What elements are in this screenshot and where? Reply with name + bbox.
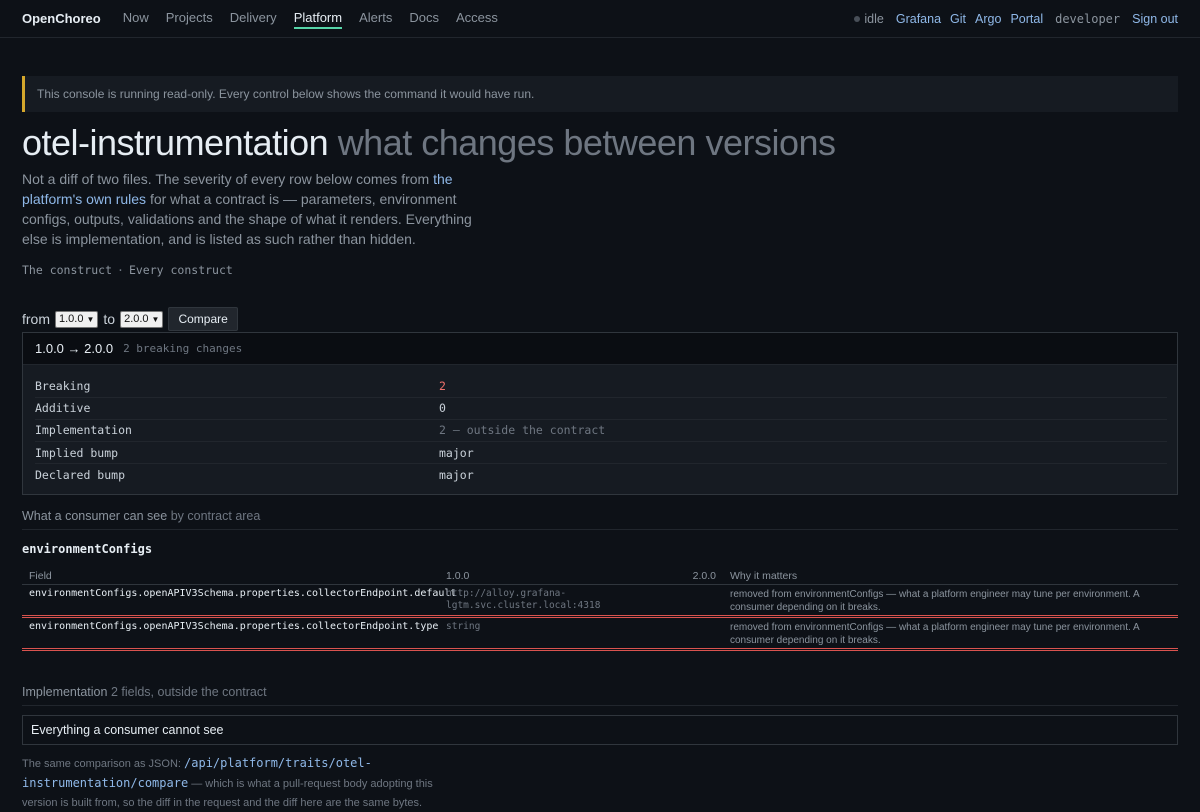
status-indicator: idle [854,11,884,26]
nav-links: Now Projects Delivery Platform Alerts Do… [123,8,498,29]
col-v2: 2.0.0 [692,570,716,583]
user-name: developer [1055,11,1121,26]
footer-before: The same comparison as JSON: [22,758,185,771]
stat-value: major [439,445,474,460]
chevron-down-icon: ▼ [151,314,160,324]
nav-link-access[interactable]: Access [456,8,498,29]
col-why: Why it matters [730,570,798,583]
status-text: idle [864,11,884,26]
new-value [658,621,730,648]
table-row: environmentConfigs.openAPIV3Schema.prope… [22,618,1178,652]
summary-card: 1.0.0 → 2.0.0 2 breaking changes Breakin… [22,332,1178,496]
stat-row-breaking: Breaking 2 [35,375,1167,398]
version-range: 1.0.0 → 2.0.0 [35,341,114,357]
from-label: from [22,311,50,328]
consumer-section-label: What a consumer can see by contract area [22,509,1178,531]
nav-right: idle Grafana Git Argo Portal developer S… [854,12,1178,26]
page-title: otel-instrumentation what changes betwee… [22,122,1178,163]
stat-row-declared-bump: Declared bump major [35,464,1167,486]
stat-key: Breaking [35,378,91,393]
new-value [658,588,730,615]
diff-table: Field 1.0.0 2.0.0 Why it matters environ… [22,570,1178,652]
nav-link-docs[interactable]: Docs [409,8,439,29]
stat-key: Implied bump [35,445,119,460]
implementation-details-toggle[interactable]: Everything a consumer cannot see [22,715,1178,746]
to-version-value: 2.0.0 [124,313,149,326]
crumb-separator: · [117,263,124,278]
compare-button[interactable]: Compare [168,307,238,332]
stat-key: Implementation [35,423,132,438]
from-version-select[interactable]: 1.0.0 ▼ [55,310,99,328]
stat-row-implementation: Implementation 2 — outside the contract [35,420,1167,442]
implementation-label: Implementation [22,685,108,700]
signout-link[interactable]: Sign out [1132,12,1178,26]
from-version-value: 1.0.0 [59,313,84,326]
consumer-label-dim: by contract area [170,509,261,524]
intro-before: Not a diff of two files. The severity of… [22,171,434,188]
summary-stats: Breaking 2 Additive 0 Implementation 2 —… [23,365,1177,495]
breaking-count-note: 2 breaking changes [123,342,243,356]
page-title-main: otel-instrumentation [22,122,329,163]
nav-ext-git[interactable]: Git [950,12,966,26]
stat-key: Declared bump [35,468,126,483]
nav-link-platform[interactable]: Platform [293,8,343,29]
readonly-banner: This console is running read-only. Every… [22,76,1178,112]
col-v1: 1.0.0 [446,570,470,583]
nav-ext-argo[interactable]: Argo [975,12,1001,26]
stat-row-implied-bump: Implied bump major [35,442,1167,465]
why-it-matters: removed from environmentConfigs — what a… [730,589,1140,614]
nav-link-alerts[interactable]: Alerts [359,8,392,29]
top-nav: OpenChoreo Now Projects Delivery Platfor… [0,0,1200,38]
why-it-matters: removed from environmentConfigs — what a… [730,622,1140,647]
stat-value: 2 [439,378,446,393]
main-content: This console is running read-only. Every… [0,76,1200,812]
diff-table-header: Field 1.0.0 2.0.0 Why it matters [22,570,1178,586]
page-title-sub: what changes between versions [337,122,836,163]
version-controls: from 1.0.0 ▼ to 2.0.0 ▼ Compare [22,307,1178,332]
nav-link-projects[interactable]: Projects [166,8,213,29]
nav-link-now[interactable]: Now [123,8,149,29]
stat-row-additive: Additive 0 [35,398,1167,420]
to-label: to [103,311,116,328]
intro-text: Not a diff of two files. The severity of… [22,169,472,249]
stat-value: 0 [439,401,446,416]
field-path: environmentConfigs.openAPIV3Schema.prope… [29,621,439,633]
table-row: environmentConfigs.openAPIV3Schema.prope… [22,585,1178,619]
nav-ext-portal[interactable]: Portal [1010,12,1043,26]
old-value: http://alloy.grafana-lgtm.svc.cluster.lo… [446,588,601,612]
to-version-select[interactable]: 2.0.0 ▼ [120,310,164,328]
nav-ext-grafana[interactable]: Grafana [896,12,941,26]
json-api-note: The same comparison as JSON: /api/platfo… [22,754,442,812]
implementation-label-dim: 2 fields, outside the contract [110,685,267,700]
brand-logo[interactable]: OpenChoreo [22,11,101,26]
crumb-every-construct[interactable]: Every construct [129,263,233,277]
stat-value: major [439,468,474,483]
status-dot-icon [854,15,861,22]
implementation-section-label: Implementation 2 fields, outside the con… [22,685,1178,707]
stat-key: Additive [35,401,91,416]
breadcrumb: The construct · Every construct [22,263,1178,277]
old-value: string [446,621,481,633]
crumb-construct[interactable]: The construct [22,263,112,277]
col-field: Field [29,570,52,583]
chevron-down-icon: ▼ [86,314,95,324]
contract-area-title: environmentConfigs [22,542,153,557]
field-path: environmentConfigs.openAPIV3Schema.prope… [29,588,457,600]
nav-link-delivery[interactable]: Delivery [230,8,277,29]
stat-value: 2 — outside the contract [439,423,606,438]
consumer-label: What a consumer can see [22,509,168,524]
summary-card-header[interactable]: 1.0.0 → 2.0.0 2 breaking changes [23,333,1177,366]
